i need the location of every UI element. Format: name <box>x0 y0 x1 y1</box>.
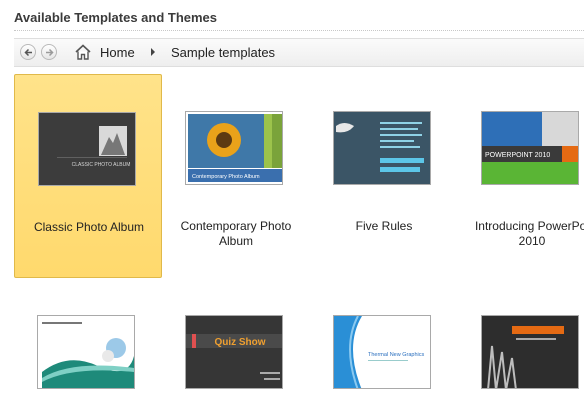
breadcrumb-home[interactable]: Home <box>100 45 135 60</box>
thumb-caption: Contemporary Photo Album <box>192 174 260 180</box>
template-thumbnail <box>37 315 135 389</box>
template-contemporary-photo-album[interactable]: Contemporary Photo Album Contemporary Ph… <box>162 74 310 278</box>
breadcrumb-sample-templates[interactable]: Sample templates <box>171 45 275 60</box>
template-label: Classic Photo Album <box>33 220 145 234</box>
template-thumbnail: Contemporary Photo Album <box>185 111 283 185</box>
template-label: Introducing PowerPoi <box>474 219 584 233</box>
template-label: Five Rules <box>355 219 413 233</box>
template-thumbnail <box>481 315 579 389</box>
template-quiz-show[interactable]: Quiz Show <box>162 278 310 400</box>
thumb-caption: POWERPOINT 2010 <box>485 152 550 159</box>
template-thermal-new-graphics[interactable]: Thermal New Graphics <box>310 278 458 400</box>
thumb-caption: Thermal New Graphics <box>368 352 424 358</box>
forward-arrow-icon <box>46 48 54 57</box>
template-classic-photo-album[interactable]: CLASSIC PHOTO ALBUM Classic Photo Album <box>14 74 162 278</box>
template-thumbnail: Quiz Show <box>185 315 283 389</box>
template-five-rules[interactable]: Five Rules <box>310 74 458 278</box>
template-thumbnail <box>333 111 431 185</box>
back-button[interactable] <box>20 44 36 60</box>
template-thumbnail: POWERPOINT 2010 <box>481 111 579 185</box>
template-thumbnail: Thermal New Graphics <box>333 315 431 389</box>
template-tile[interactable] <box>458 278 584 400</box>
thumb-caption: Quiz Show <box>214 337 265 348</box>
template-tile[interactable] <box>14 278 162 400</box>
home-icon[interactable] <box>74 43 92 61</box>
breadcrumb-separator-icon <box>151 48 155 56</box>
template-introducing-powerpoint-2010[interactable]: POWERPOINT 2010 Introducing PowerPoi 201… <box>458 74 584 278</box>
forward-button[interactable] <box>41 44 57 60</box>
thumb-caption: CLASSIC PHOTO ALBUM <box>72 162 131 168</box>
template-label-line2: Album <box>218 234 253 248</box>
template-label-line2: 2010 <box>518 234 546 248</box>
navigation-bar: Home Sample templates <box>14 38 584 67</box>
header-divider <box>14 30 584 31</box>
header-title: Available Templates and Themes <box>14 10 218 25</box>
template-label: Contemporary Photo <box>180 219 292 233</box>
template-thumbnail: CLASSIC PHOTO ALBUM <box>38 112 136 186</box>
back-arrow-icon <box>24 48 32 57</box>
